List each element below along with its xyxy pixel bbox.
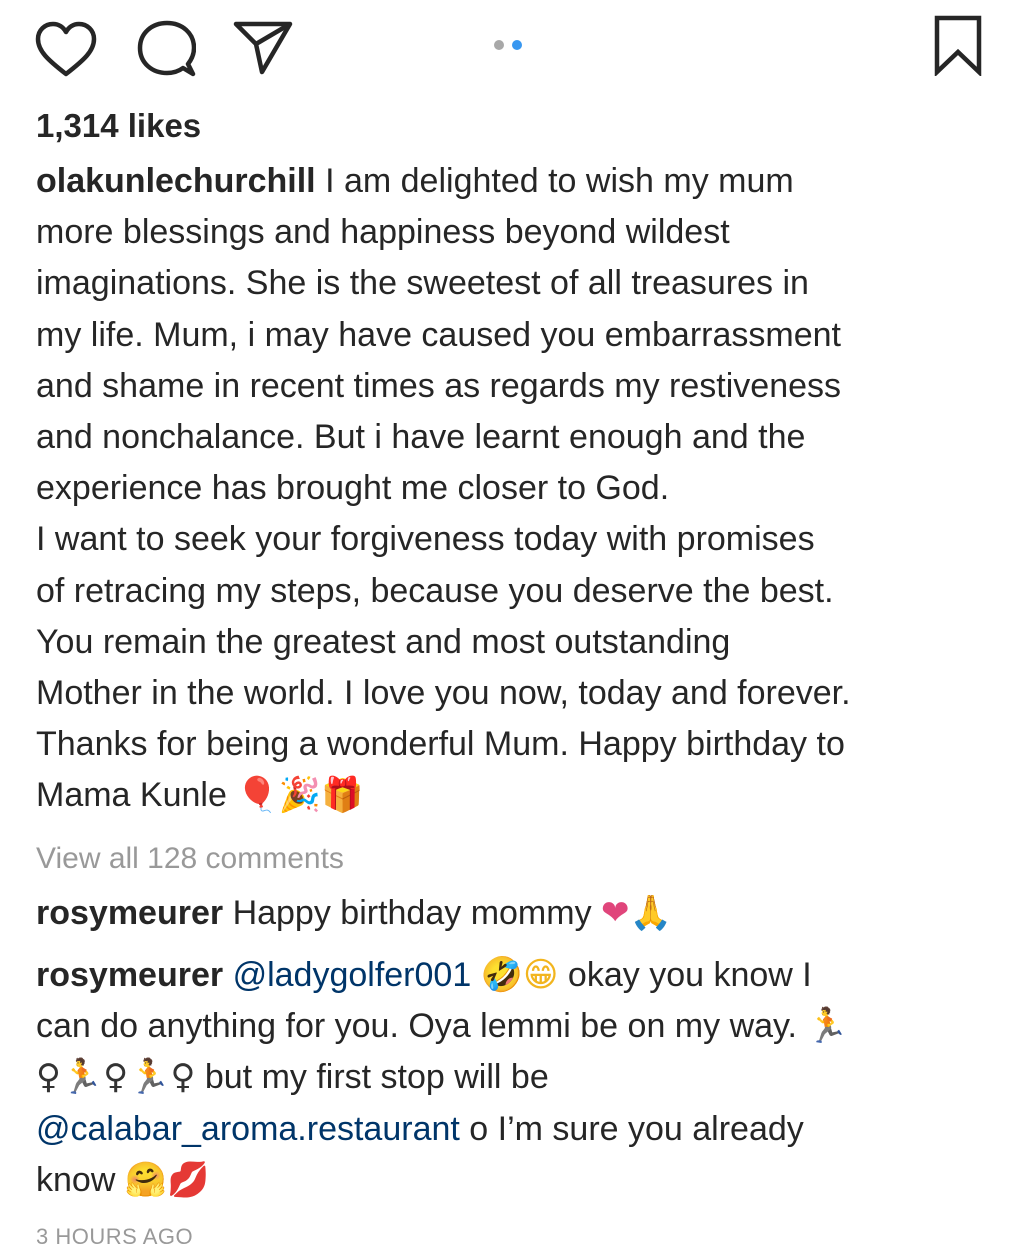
caption-line: experience has brought me closer to God. bbox=[36, 469, 670, 508]
comment-line: can do anything for you. Oya lemmi be on… bbox=[36, 1001, 996, 1052]
caption-line: olakunlechurchill I am delighted to wish… bbox=[36, 156, 996, 207]
comment-text: but my first stop will be bbox=[195, 1058, 549, 1097]
comment-line: @calabar_aroma.restaurant o I’m sure you… bbox=[36, 1104, 996, 1155]
praying-hands-emoji-icon: 🙏 bbox=[629, 893, 672, 933]
caption-line: and shame in recent times as regards my … bbox=[36, 366, 842, 405]
likes-count[interactable]: 1,314 likes bbox=[36, 104, 201, 148]
comment-line: rosymeurer Happy birthday mommy ❤🙏 bbox=[36, 888, 996, 939]
comment-mention[interactable]: @calabar_aroma.restaurant bbox=[36, 1110, 460, 1148]
caption-line: I want to seek your forgiveness today wi… bbox=[36, 520, 815, 559]
caption-line: Thanks for being a wonderful Mum. Happy … bbox=[36, 725, 845, 764]
party-popper-emoji-icon: 🎉 bbox=[278, 775, 322, 816]
comment: rosymeurer @ladygolfer001 🤣😁 okay you kn… bbox=[36, 950, 996, 1206]
caption-text: I am delighted to wish my mum bbox=[325, 162, 794, 200]
comment-username[interactable]: rosymeurer bbox=[36, 894, 223, 932]
carousel-dot-inactive bbox=[494, 40, 504, 50]
caption-line: more blessings and happiness beyond wild… bbox=[36, 213, 730, 252]
speech-bubble-icon[interactable] bbox=[136, 18, 196, 78]
carousel-dot-active bbox=[512, 40, 522, 50]
comment-line: know 🤗💋 bbox=[36, 1155, 996, 1206]
female-sign-icon: ♀ bbox=[36, 1057, 61, 1098]
post-action-bar bbox=[0, 0, 1024, 100]
comment-line: rosymeurer @ladygolfer001 🤣😁 okay you kn… bbox=[36, 950, 996, 1001]
running-emoji-icon: 🏃 bbox=[128, 1057, 171, 1098]
female-sign-icon: ♀ bbox=[103, 1057, 129, 1098]
caption-username[interactable]: olakunlechurchill bbox=[36, 162, 316, 200]
rofl-emoji-icon: 🤣 bbox=[480, 955, 524, 995]
caption-line: my life. Mum, i may have caused you emba… bbox=[36, 315, 841, 354]
view-all-comments-link[interactable]: View all 128 comments bbox=[36, 838, 344, 880]
comment-text: know bbox=[36, 1160, 125, 1199]
caption-line: Mother in the world. I love you now, tod… bbox=[36, 674, 851, 713]
kiss-mark-emoji-icon: 💋 bbox=[167, 1159, 210, 1200]
heart-outline-icon[interactable] bbox=[34, 20, 98, 80]
balloon-emoji-icon: 🎈 bbox=[236, 775, 279, 816]
carousel-indicator bbox=[494, 38, 534, 52]
paper-plane-icon[interactable] bbox=[232, 16, 294, 76]
caption-text: Mama Kunle bbox=[36, 776, 237, 815]
running-emoji-icon: 🏃 bbox=[60, 1057, 104, 1098]
comment: rosymeurer Happy birthday mommy ❤🙏 bbox=[36, 888, 996, 939]
bookmark-icon[interactable] bbox=[932, 14, 984, 76]
caption-line: You remain the greatest and most outstan… bbox=[36, 622, 731, 661]
comment-username[interactable]: rosymeurer bbox=[36, 956, 223, 994]
comment-text: Happy birthday mommy bbox=[232, 894, 602, 932]
running-emoji-icon: 🏃 bbox=[806, 1006, 849, 1047]
caption-line: imaginations. She is the sweetest of all… bbox=[36, 264, 809, 303]
female-sign-icon: ♀ bbox=[170, 1057, 196, 1098]
caption-line: of retracing my steps, because you deser… bbox=[36, 571, 834, 610]
comment-text: o I’m sure you already bbox=[459, 1109, 804, 1148]
caption-line: Mama Kunle 🎈🎉🎁 bbox=[36, 770, 996, 821]
post-timestamp: 3 HOURS AGO bbox=[36, 1224, 194, 1249]
comment-mention[interactable]: @ladygolfer001 bbox=[233, 956, 472, 994]
comment-line: ♀🏃♀🏃♀ but my first stop will be bbox=[36, 1052, 996, 1103]
comment-text: okay you know I bbox=[558, 956, 812, 994]
caption-line: and nonchalance. But i have learnt enoug… bbox=[36, 418, 806, 457]
heart-emoji-icon: ❤ bbox=[601, 893, 630, 933]
post-caption: olakunlechurchill I am delighted to wish… bbox=[36, 156, 996, 822]
hugging-emoji-icon: 🤗 bbox=[124, 1159, 168, 1200]
grinning-emoji-icon: 😁 bbox=[523, 955, 559, 995]
gift-emoji-icon: 🎁 bbox=[321, 775, 364, 816]
comment-text: can do anything for you. Oya lemmi be on… bbox=[36, 1007, 807, 1046]
